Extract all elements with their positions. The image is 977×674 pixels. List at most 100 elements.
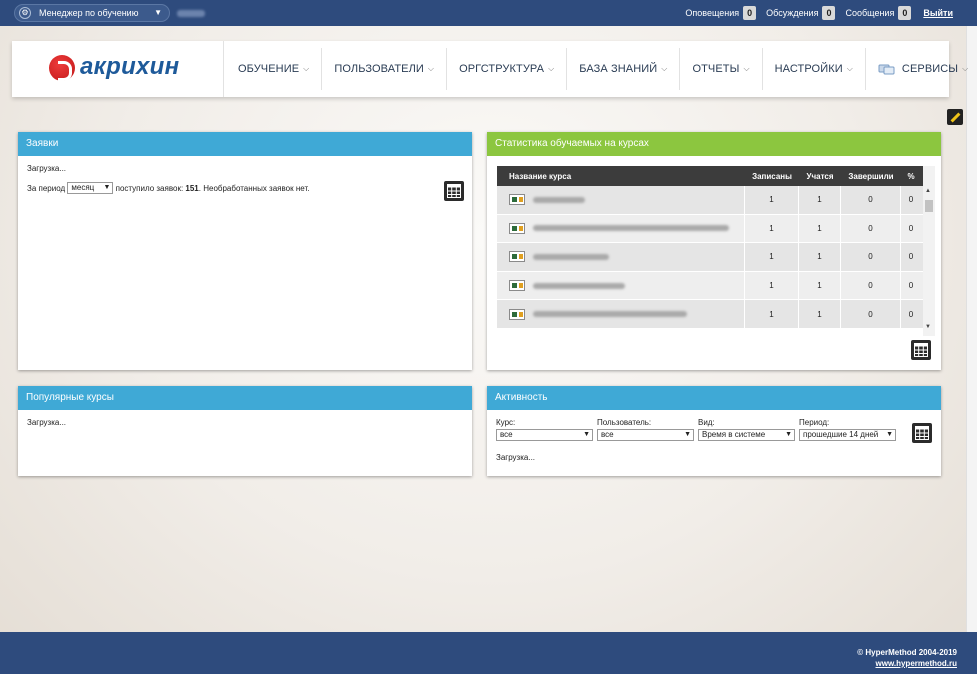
- filter-period: Период: прошедшие 14 дней ▼: [799, 418, 896, 441]
- chevron-down-icon: ▼: [583, 431, 590, 438]
- course-name-blurred[interactable]: [533, 282, 625, 289]
- user-select[interactable]: все ▼: [597, 429, 694, 441]
- table-view-icon[interactable]: [912, 423, 932, 443]
- messages-count: 0: [898, 6, 912, 20]
- table-row[interactable]: 1 1 0 0: [497, 243, 933, 272]
- activity-filters: Курс: все ▼ Пользователь: все ▼ Вид: Время…: [496, 418, 932, 441]
- scroll-down-icon[interactable]: ▼: [925, 324, 931, 330]
- cell-enrolled: 1: [745, 186, 799, 214]
- stats-title: Статистика обучаемых на курсах: [487, 132, 941, 156]
- logo[interactable]: акрихин: [12, 41, 224, 97]
- chevron-down-icon: ▼: [154, 8, 162, 17]
- table-view-icon[interactable]: [911, 340, 931, 360]
- stats-table: Название курса Записаны Учатся Завершили…: [497, 166, 933, 336]
- nav-item-users[interactable]: ПОЛЬЗОВАТЕЛИ ⌵: [322, 48, 448, 90]
- cell-percent: 0: [908, 252, 914, 262]
- table-row[interactable]: 1 1 0 0: [497, 300, 933, 329]
- col-completed[interactable]: Завершили: [841, 166, 901, 186]
- col-course-name[interactable]: Название курса: [497, 166, 745, 186]
- filter-period-label: Период:: [799, 418, 830, 427]
- nav-item-reports[interactable]: ОТЧЕТЫ ⌵: [680, 48, 763, 90]
- chevron-down-icon: ⌵: [962, 64, 969, 73]
- cell-studying: 1: [799, 300, 841, 328]
- cell-studying: 1: [799, 186, 841, 214]
- chevron-down-icon: ⌵: [303, 64, 310, 73]
- username[interactable]: [177, 10, 205, 17]
- logout-link[interactable]: Выйти: [923, 8, 953, 18]
- stats-table-scrollbar[interactable]: ▲ ▼: [923, 166, 935, 336]
- nav-item-orgstructure[interactable]: ОРГСТРУКТУРА ⌵: [447, 48, 568, 90]
- course-icon: [509, 280, 525, 292]
- popular-title: Популярные курсы: [18, 386, 472, 410]
- table-row[interactable]: 1 1 0 0: [497, 271, 933, 301]
- requests-loading: Загрузка...: [27, 164, 67, 173]
- cell-percent: 0: [908, 281, 914, 291]
- popular-loading: Загрузка...: [27, 418, 67, 427]
- requests-widget: Заявки Загрузка... За период месяц ▼ пос…: [18, 132, 472, 370]
- table-view-icon[interactable]: [444, 181, 464, 201]
- nav-item-learning[interactable]: ОБУЧЕНИЕ ⌵: [226, 48, 323, 90]
- chevron-down-icon: ⌵: [661, 64, 668, 73]
- period-select[interactable]: месяц ▼: [67, 182, 114, 194]
- scroll-thumb[interactable]: [925, 200, 933, 212]
- course-select-value: все: [500, 430, 513, 439]
- cell-studying: 1: [799, 271, 841, 300]
- view-select[interactable]: Время в системе ▼: [698, 429, 795, 441]
- chevron-down-icon: ⌵: [427, 64, 435, 73]
- chevron-down-icon: ⌵: [548, 64, 555, 73]
- activity-period-select[interactable]: прошедшие 14 дней ▼: [799, 429, 896, 441]
- cell-completed: 0: [841, 243, 901, 271]
- nav-item-knowledge-base[interactable]: БАЗА ЗНАНИЙ ⌵: [567, 48, 681, 90]
- site-link[interactable]: www.hypermethod.ru: [857, 659, 958, 668]
- nav-label: ОБУЧЕНИЕ: [238, 63, 300, 75]
- nav-item-services[interactable]: СЕРВИСЫ ⌵: [866, 48, 977, 90]
- messages-link[interactable]: Сообщения 0: [845, 6, 912, 20]
- services-icon: [878, 64, 895, 75]
- edit-pencil-icon[interactable]: [947, 109, 963, 125]
- nav-item-settings[interactable]: НАСТРОЙКИ ⌵: [763, 48, 866, 90]
- discussions-link[interactable]: Обсуждения 0: [766, 6, 836, 20]
- cell-studying: 1: [799, 214, 841, 243]
- chevron-down-icon: ▼: [684, 431, 691, 438]
- col-percent[interactable]: %: [901, 166, 921, 186]
- cell-enrolled: 1: [745, 214, 799, 243]
- cell-completed: 0: [841, 214, 901, 243]
- course-icon: [509, 222, 525, 234]
- table-row[interactable]: 1 1 0 0: [497, 214, 933, 244]
- logo-text: акрихин: [80, 53, 180, 80]
- cell-enrolled: 1: [745, 271, 799, 300]
- course-name-blurred[interactable]: [533, 225, 729, 232]
- chevron-down-icon: ▼: [886, 431, 893, 438]
- chevron-down-icon: ▼: [785, 431, 792, 438]
- scroll-up-icon[interactable]: ▲: [925, 188, 931, 194]
- main-header: акрихин ОБУЧЕНИЕ ⌵ ПОЛЬЗОВАТЕЛИ ⌵ ОРГСТРУК…: [12, 41, 968, 97]
- page-scrollbar[interactable]: [966, 26, 977, 632]
- chevron-down-icon: ▼: [103, 184, 111, 191]
- col-studying[interactable]: Учатся: [799, 166, 841, 186]
- notifications-link[interactable]: Оповещения 0: [685, 6, 757, 20]
- course-name-blurred[interactable]: [533, 196, 585, 203]
- nav-label: ОРГСТРУКТУРА: [459, 63, 545, 75]
- col-enrolled[interactable]: Записаны: [745, 166, 799, 186]
- role-icon: ⚙: [19, 7, 31, 19]
- cell-enrolled: 1: [745, 243, 799, 271]
- cell-completed: 0: [841, 271, 901, 300]
- table-row[interactable]: 1 1 0 0: [497, 186, 933, 215]
- chevron-down-icon: ⌵: [846, 64, 853, 73]
- cell-enrolled: 1: [745, 300, 799, 328]
- role-selector[interactable]: ⚙ Менеджер по обучению ▼: [14, 4, 170, 22]
- course-stats-widget: Статистика обучаемых на курсах Название …: [487, 132, 941, 370]
- course-icon: [509, 308, 525, 320]
- nav-label: ОТЧЕТЫ: [692, 63, 740, 75]
- user-select-value: все: [601, 430, 614, 439]
- activity-widget: Активность Курс: все ▼ Пользователь: все ▼…: [487, 386, 941, 476]
- footer: © HyperMethod 2004-2019 www.hypermethod.…: [0, 632, 977, 674]
- course-name-blurred[interactable]: [533, 311, 687, 318]
- filter-course: Курс: все ▼: [496, 418, 593, 441]
- chevron-down-icon: ⌵: [743, 64, 750, 73]
- discussions-label: Обсуждения: [766, 8, 819, 18]
- requests-period-line: За период месяц ▼ поступило заявок: 151 …: [27, 182, 463, 194]
- filter-course-label: Курс:: [496, 418, 516, 427]
- course-name-blurred[interactable]: [533, 253, 609, 260]
- course-select[interactable]: все ▼: [496, 429, 593, 441]
